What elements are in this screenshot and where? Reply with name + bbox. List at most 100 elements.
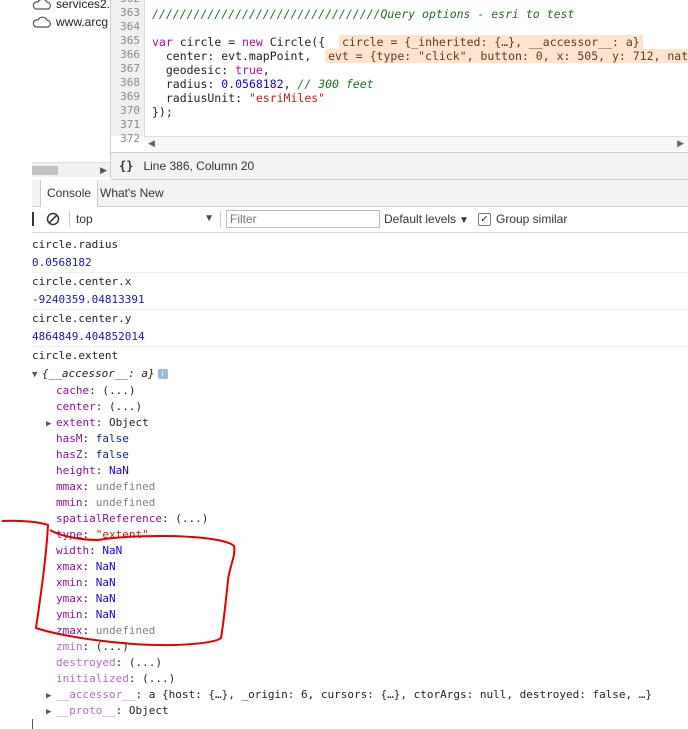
navigator-scrollbar[interactable]: ▶ — [32, 162, 110, 177]
property-row-center[interactable]: center: (...) — [56, 399, 142, 415]
object-tree-root[interactable]: ▼ {__accessor__: a} i — [32, 365, 688, 383]
console-command: circle.extent — [32, 349, 119, 362]
property-value: (...) — [102, 384, 136, 397]
clear-console-icon[interactable] — [46, 212, 60, 226]
property-value: (...) — [95, 640, 129, 653]
property-key: destroyed — [56, 656, 116, 669]
scroll-right-icon[interactable]: ▶ — [677, 138, 684, 149]
line-number: 366 — [120, 48, 140, 61]
property-row-extent[interactable]: ▶ extent: Object — [46, 415, 149, 431]
nav-item-arcgis[interactable]: www.arcg — [32, 12, 110, 32]
file-navigator: services2. www.arcg ▶ — [0, 0, 110, 178]
property-separator: : — [82, 608, 96, 621]
pretty-print-button[interactable]: {} — [119, 159, 133, 173]
expand-triangle-icon[interactable]: ▶ — [46, 416, 56, 432]
property-row-destroyed[interactable]: destroyed: (...) — [56, 655, 162, 671]
property-key: extent — [56, 416, 96, 429]
cursor-position: Line 386, Column 20 — [143, 159, 255, 173]
property-separator: : — [161, 512, 176, 525]
property-separator: : — [82, 432, 96, 445]
property-value: (...) — [109, 400, 143, 413]
property-row-zmin[interactable]: zmin: (...) — [56, 639, 129, 655]
scroll-left-icon[interactable]: ◀ — [148, 138, 155, 149]
code-keyword: true — [235, 63, 263, 77]
property-separator: : — [95, 464, 109, 477]
property-row-ymax[interactable]: ymax: NaN — [56, 591, 116, 607]
property-key: mmin — [56, 496, 83, 509]
console-prompt-caret — [32, 719, 33, 729]
expand-triangle-icon[interactable]: ▼ — [32, 366, 42, 384]
property-row-height[interactable]: height: NaN — [56, 463, 129, 479]
property-separator: : — [82, 480, 96, 493]
property-value: NaN — [109, 464, 129, 477]
filter-input[interactable] — [226, 210, 380, 228]
property-value: Object — [109, 416, 149, 429]
property-key: center — [56, 400, 96, 413]
info-icon[interactable]: i — [157, 369, 168, 379]
property-row-xmax[interactable]: xmax: NaN — [56, 559, 116, 575]
line-number: 369 — [120, 90, 140, 103]
property-separator: : — [82, 448, 96, 461]
property-value: NaN — [102, 544, 123, 557]
proto-property[interactable]: ▶ __proto__: Object — [46, 703, 169, 719]
code-text: geodesic: — [152, 63, 236, 77]
accessor-property[interactable]: ▶ __accessor__: a {host: {…}, _origin: 6,… — [46, 687, 652, 703]
property-row-type[interactable]: type: "extent" — [56, 527, 149, 543]
property-key: __proto__ — [56, 704, 116, 717]
property-row-initialized[interactable]: initialized: (...) — [56, 671, 175, 687]
property-key: xmin — [56, 576, 83, 589]
code-text: , — [262, 63, 270, 77]
code-text: , — [283, 77, 298, 91]
property-row-hasM[interactable]: hasM: false — [56, 431, 129, 447]
property-value: : a {host: {…}, _origin: 6, cursors: {…}… — [135, 688, 653, 701]
inline-value-hint[interactable]: circle = {_inherited: {…}, __accessor__:… — [338, 35, 643, 49]
log-levels-dropdown[interactable]: Default levels ▼ — [384, 210, 469, 230]
property-value: (...) — [175, 512, 209, 525]
property-separator: : — [95, 400, 109, 413]
property-row-hasZ[interactable]: hasZ: false — [56, 447, 129, 463]
property-separator: : — [82, 624, 96, 637]
console-command: circle.center.y — [32, 312, 132, 325]
property-row-xmin[interactable]: xmin: NaN — [56, 575, 116, 591]
property-row-cache[interactable]: cache: (...) — [56, 383, 136, 399]
property-row-mmin[interactable]: mmin: undefined — [56, 495, 155, 511]
context-value: top — [76, 212, 93, 226]
code-line-367: geodesic: true, — [152, 63, 270, 77]
console-output[interactable]: circle.radius 0.0568182 circle.center.x … — [32, 233, 688, 729]
code-text: circle = — [172, 35, 243, 49]
line-number: 371 — [120, 118, 140, 131]
property-key: xmax — [56, 560, 83, 573]
inline-value-hint[interactable]: evt = {type: "click", button: 0, x: 505,… — [325, 49, 688, 63]
source-editor[interactable]: 362 363 364 365 366 367 368 369 370 371 … — [111, 0, 688, 152]
property-row-spatialReference[interactable]: spatialReference: (...) — [56, 511, 208, 527]
property-separator: : — [82, 560, 96, 573]
console-command: circle.center.x — [32, 275, 132, 288]
property-row-mmax[interactable]: mmax: undefined — [56, 479, 155, 495]
expand-triangle-icon[interactable]: ▶ — [46, 688, 56, 704]
tab-whats-new[interactable]: What's New — [94, 180, 170, 206]
sidebar-toggle-icon[interactable] — [32, 212, 34, 226]
editor-horizontal-scrollbar[interactable]: ◀ ▶ — [144, 136, 688, 151]
property-value: undefined — [95, 480, 156, 493]
scrollbar-thumb[interactable] — [32, 166, 58, 175]
property-value: NaN — [95, 592, 116, 605]
expand-triangle-icon[interactable]: ▶ — [46, 704, 56, 720]
log-levels-label: Default levels — [384, 212, 457, 226]
property-separator: : — [82, 528, 96, 541]
property-value: NaN — [95, 608, 116, 621]
scroll-right-icon[interactable]: ▶ — [100, 165, 107, 176]
property-row-width[interactable]: width: NaN — [56, 543, 122, 559]
code-comment: /////////////////////////////////Query o… — [152, 7, 575, 21]
context-selector[interactable]: top ▼ — [76, 210, 214, 228]
cloud-icon — [32, 16, 51, 28]
console-result: 4864849.404852014 — [32, 328, 688, 347]
property-row-zmax[interactable]: zmax: undefined — [56, 623, 155, 639]
console-toolbar: top ▼ Default levels▼ ✓ Group similar — [32, 207, 688, 233]
property-value: NaN — [95, 576, 116, 589]
property-row-ymin[interactable]: ymin: NaN — [56, 607, 116, 623]
tab-console[interactable]: Console — [40, 180, 99, 207]
group-similar-checkbox[interactable]: ✓ — [478, 213, 491, 226]
toolbar-divider — [220, 211, 221, 227]
property-key: zmin — [56, 640, 83, 653]
group-similar-label: Group similar — [496, 212, 568, 226]
